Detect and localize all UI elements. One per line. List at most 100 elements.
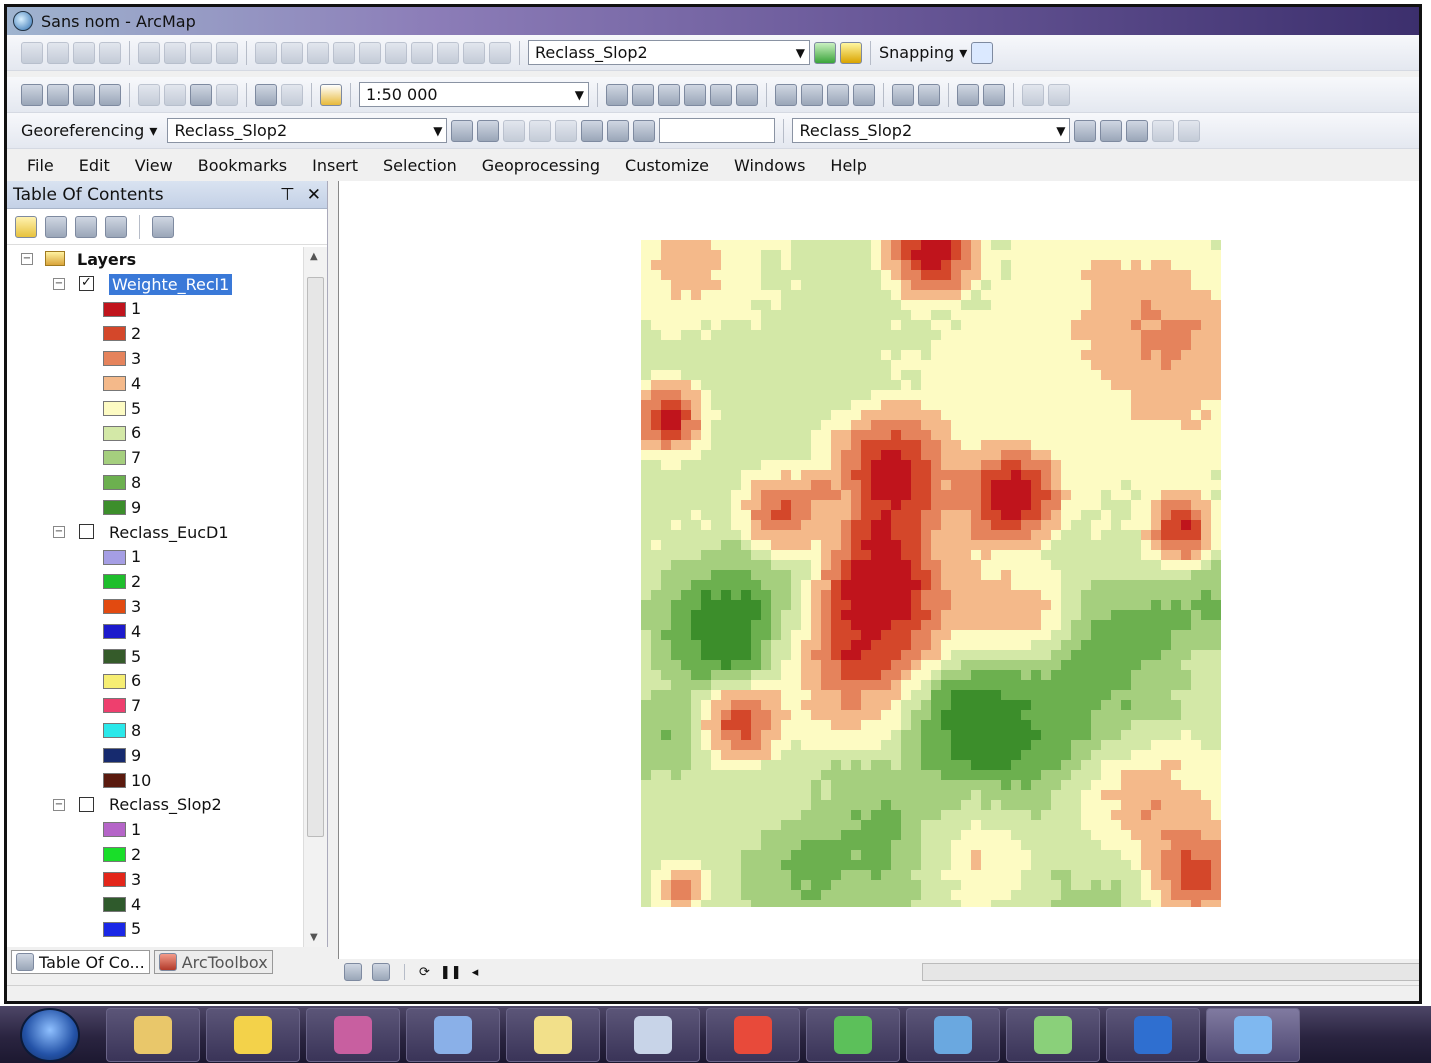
histogram-icon[interactable]: [840, 41, 862, 64]
flicker-icon[interactable]: [1178, 119, 1201, 142]
layer-name[interactable]: Weighte_Recl1: [109, 273, 233, 295]
arrange-icon[interactable]: [359, 41, 381, 64]
auto-registration-icon[interactable]: [477, 119, 500, 142]
taskbar-calculator[interactable]: [606, 1007, 700, 1062]
options-icon[interactable]: [152, 215, 174, 238]
select-link-icon[interactable]: [503, 119, 526, 142]
list-by-selection-icon[interactable]: [105, 215, 127, 238]
align-right-icon[interactable]: [138, 41, 160, 64]
layer-name[interactable]: Reclass_Slop2: [109, 795, 222, 814]
delete-link-icon[interactable]: [555, 119, 578, 142]
arrange-icon[interactable]: [385, 41, 407, 64]
pause-icon[interactable]: ❚❚: [440, 965, 462, 980]
menu-customize[interactable]: Customize: [625, 156, 709, 175]
taskbar-solitaire[interactable]: [206, 1007, 300, 1062]
close-icon[interactable]: ✕: [307, 185, 321, 205]
list-by-drawing-order-icon[interactable]: [15, 215, 37, 238]
list-by-visibility-icon[interactable]: [75, 215, 97, 238]
zoom-out-icon[interactable]: [801, 83, 823, 106]
print-icon[interactable]: [99, 83, 121, 106]
align-left-icon[interactable]: [73, 41, 95, 64]
taskbar-movie-maker[interactable]: [1006, 1007, 1100, 1062]
refresh-icon[interactable]: ⟳: [419, 965, 430, 980]
taskbar-explorer[interactable]: [106, 1007, 200, 1062]
rotate-angle-input[interactable]: [659, 118, 776, 143]
taskbar-arcmap[interactable]: [1206, 1007, 1300, 1062]
catalog-icon[interactable]: [658, 83, 680, 106]
list-by-source-icon[interactable]: [45, 215, 67, 238]
arrange-icon[interactable]: [463, 41, 485, 64]
menu-geoprocessing[interactable]: Geoprocessing: [482, 156, 600, 175]
rotate-icon[interactable]: [633, 119, 656, 142]
distribute-icon[interactable]: [164, 41, 186, 64]
collapse-icon[interactable]: −: [53, 277, 65, 290]
menu-file[interactable]: File: [27, 156, 54, 175]
full-extent-icon[interactable]: [853, 83, 875, 106]
forward-icon[interactable]: [983, 83, 1005, 106]
arrange-icon[interactable]: [333, 41, 355, 64]
redo-icon[interactable]: [281, 83, 303, 106]
menu-insert[interactable]: Insert: [312, 156, 358, 175]
layer-name[interactable]: Reclass_EucD1: [109, 523, 229, 542]
pin-icon[interactable]: ⊤: [280, 185, 295, 205]
layout-view-icon[interactable]: [372, 963, 390, 981]
menu-selection[interactable]: Selection: [383, 156, 457, 175]
transparency-icon[interactable]: [1126, 119, 1149, 142]
taskbar-picasa[interactable]: [806, 1007, 900, 1062]
layer-visibility-checkbox[interactable]: [79, 523, 94, 539]
cut-icon[interactable]: [138, 83, 160, 106]
map-horizontal-scrollbar[interactable]: [922, 963, 1419, 981]
collapse-icon[interactable]: −: [21, 253, 33, 265]
rotate-icon[interactable]: [255, 41, 277, 64]
delete-icon[interactable]: [216, 83, 238, 106]
map-view[interactable]: [338, 181, 1419, 959]
snapping-menu[interactable]: Snapping ▾: [879, 43, 967, 62]
arrange-icon[interactable]: [437, 41, 459, 64]
taskbar-paint[interactable]: [406, 1007, 500, 1062]
collapse-icon[interactable]: −: [53, 525, 65, 538]
save-icon[interactable]: [73, 83, 95, 106]
python-icon[interactable]: [710, 83, 732, 106]
layer-icon[interactable]: [307, 41, 329, 64]
pan-icon[interactable]: [827, 83, 849, 106]
data-view-icon[interactable]: [344, 963, 362, 981]
back-icon[interactable]: [957, 83, 979, 106]
new-icon[interactable]: [21, 83, 43, 106]
undo-icon[interactable]: [255, 83, 277, 106]
paste-icon[interactable]: [190, 83, 212, 106]
fixed-zoom-in-icon[interactable]: [892, 83, 914, 106]
layer-visibility-checkbox[interactable]: ✓: [79, 275, 94, 291]
zoom-to-selected-link-icon[interactable]: [529, 119, 552, 142]
identify-icon[interactable]: [1048, 83, 1070, 106]
tab-table-of-contents[interactable]: Table Of Co...: [11, 950, 150, 974]
contrast-icon[interactable]: [1074, 119, 1097, 142]
search-window-icon[interactable]: [684, 83, 706, 106]
menu-bookmarks[interactable]: Bookmarks: [198, 156, 287, 175]
menu-windows[interactable]: Windows: [734, 156, 805, 175]
group-icon[interactable]: [216, 41, 238, 64]
order-icon[interactable]: [190, 41, 212, 64]
menu-edit[interactable]: Edit: [79, 156, 110, 175]
menu-view[interactable]: View: [135, 156, 173, 175]
model-icon[interactable]: [736, 83, 758, 106]
georef-layer-dropdown[interactable]: Reclass_Slop2 ▼: [167, 118, 448, 143]
scroll-left-icon[interactable]: ◂: [472, 965, 479, 980]
table-icon[interactable]: [632, 83, 654, 106]
sketch-tool-icon[interactable]: [47, 41, 69, 64]
taskbar-winrar[interactable]: [306, 1007, 400, 1062]
menu-help[interactable]: Help: [830, 156, 866, 175]
tab-arctoolbox[interactable]: ArcToolbox: [153, 950, 273, 974]
add-control-points-icon[interactable]: [451, 119, 474, 142]
start-button[interactable]: [20, 1007, 80, 1062]
editor-icon[interactable]: [606, 83, 628, 106]
open-icon[interactable]: [47, 83, 69, 106]
add-data-icon[interactable]: [320, 83, 342, 106]
view-link-table-icon[interactable]: [581, 119, 604, 142]
taskbar-word[interactable]: [1106, 1007, 1200, 1062]
brightness-icon[interactable]: [1100, 119, 1123, 142]
layer-icon[interactable]: [814, 41, 836, 64]
snap-circle-icon[interactable]: [971, 41, 994, 64]
align-center-icon[interactable]: [99, 41, 121, 64]
select-icon[interactable]: [1022, 83, 1044, 106]
taskbar-acrobat[interactable]: [706, 1007, 800, 1062]
